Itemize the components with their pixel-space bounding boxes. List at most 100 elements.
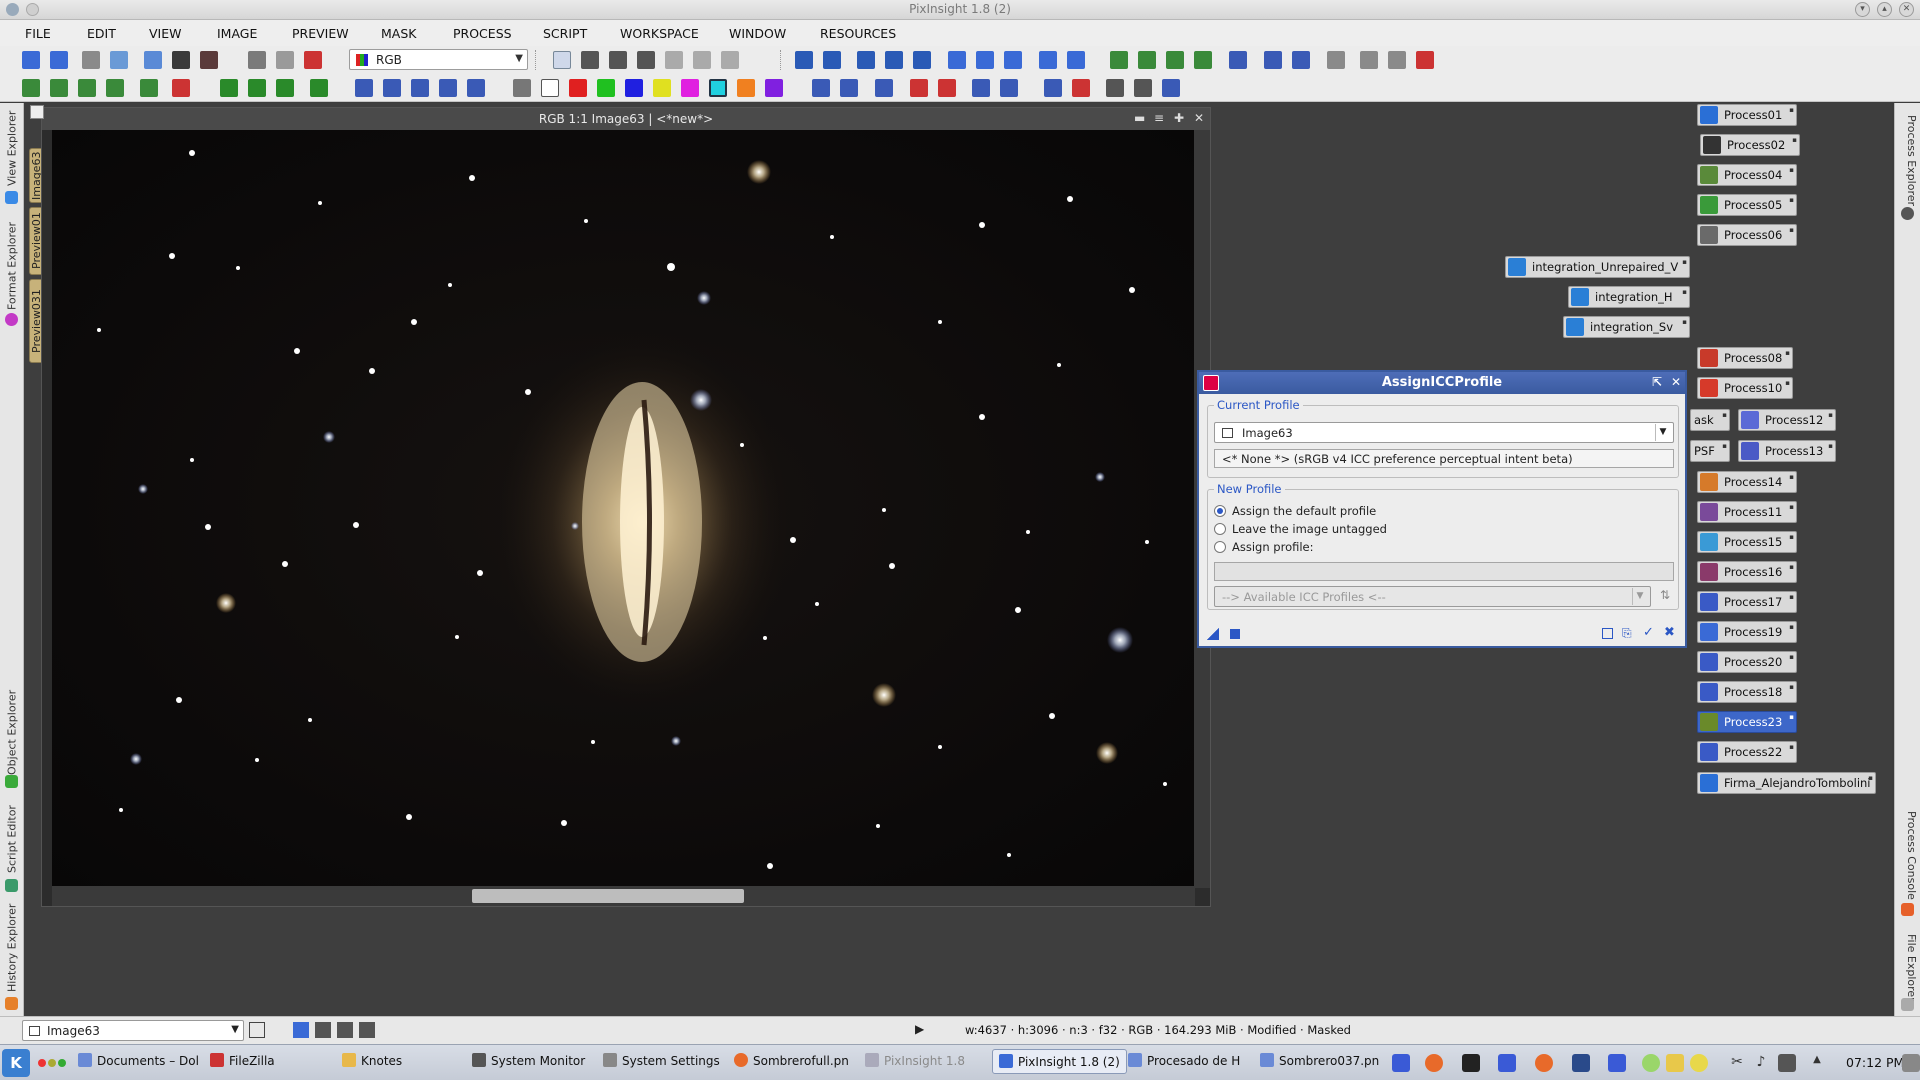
process-icon-process04[interactable]: Process04 ▪: [1697, 164, 1797, 186]
select-icon[interactable]: [665, 51, 683, 69]
swap-icon[interactable]: [200, 51, 218, 69]
task-sombrero037[interactable]: Sombrero037.pn: [1260, 1053, 1379, 1068]
channel-violet-icon[interactable]: [765, 79, 783, 97]
task-sombrerofull[interactable]: Sombrerofull.pn: [734, 1053, 849, 1068]
rotate-left-icon[interactable]: [355, 79, 373, 97]
close-icon[interactable]: ✕: [1671, 375, 1681, 389]
auto-stretch-icon[interactable]: [840, 79, 858, 97]
tools-icon[interactable]: ✂: [1728, 1054, 1746, 1072]
mask-invert-icon[interactable]: [276, 79, 294, 97]
terminal-icon[interactable]: [1462, 1054, 1480, 1072]
minimize-icon[interactable]: ▾: [1855, 2, 1870, 17]
menu-process[interactable]: PROCESS: [453, 26, 512, 41]
redo-icon[interactable]: [50, 51, 68, 69]
show-desktop-icon[interactable]: [1902, 1054, 1920, 1072]
process-icon-integration-unrepaired-v[interactable]: integration_Unrepaired_V ▪: [1505, 256, 1690, 278]
process-icon-firma-alejandrotombolini[interactable]: Firma_AlejandroTombolini ▪: [1697, 772, 1876, 794]
screen-transfer-icon[interactable]: [812, 79, 830, 97]
process-icon-process11[interactable]: Process11 ▪: [1697, 501, 1797, 523]
process-icon-e[interactable]: [1229, 51, 1247, 69]
clock[interactable]: 07:12 PM: [1846, 1055, 1904, 1070]
preview-delete-icon[interactable]: [78, 79, 96, 97]
tab-history-explorer[interactable]: History Explorer: [2, 903, 22, 993]
stf-link-icon[interactable]: [875, 79, 893, 97]
menu-script[interactable]: SCRIPT: [543, 26, 587, 41]
firefox-alt-icon[interactable]: [1535, 1054, 1553, 1072]
menu-edit[interactable]: EDIT: [87, 26, 116, 41]
assign-icc-profile-dialog[interactable]: AssignICCProfile ⇱ ✕ Current Profile Ima…: [1197, 370, 1687, 648]
task-system-settings[interactable]: System Settings: [603, 1053, 720, 1068]
mask-show-icon[interactable]: [248, 79, 266, 97]
kde-menu-icon[interactable]: K: [2, 1049, 30, 1077]
activity-dot-icon[interactable]: [38, 1059, 46, 1067]
task-system-monitor[interactable]: System Monitor: [472, 1053, 585, 1068]
tab-object-explorer[interactable]: Object Explorer: [2, 685, 22, 780]
process-icon-d[interactable]: [1194, 51, 1212, 69]
process-icon-process05[interactable]: Process05 ▪: [1697, 194, 1797, 216]
image-window-titlebar[interactable]: RGB 1:1 Image63 | <*new*> ▬ ≡ ✚ ✕: [30, 105, 1210, 130]
shade-icon[interactable]: ⇱: [1652, 375, 1662, 389]
process-icon-process23[interactable]: Process23 ▪: [1697, 711, 1797, 733]
channel-select[interactable]: RGB ▼: [349, 49, 528, 70]
process-icon-process16[interactable]: Process16 ▪: [1697, 561, 1797, 583]
menu-window[interactable]: WINDOW: [729, 26, 786, 41]
mask-view-alt-icon[interactable]: [1134, 79, 1152, 97]
tab-process-console[interactable]: Process Console: [1898, 803, 1918, 908]
apply-icon[interactable]: ✓: [1643, 625, 1654, 640]
process-icon-process06[interactable]: Process06 ▪: [1697, 224, 1797, 246]
app-launcher-icon[interactable]: [1392, 1054, 1410, 1072]
duplicate-icon[interactable]: [172, 51, 190, 69]
channel-cyan-icon[interactable]: [709, 79, 727, 97]
image-horizontal-scrollbar[interactable]: [52, 886, 1195, 906]
apply-global-icon[interactable]: [1230, 629, 1240, 639]
task-procesado[interactable]: Procesado de H: [1128, 1053, 1240, 1068]
mask-settings-icon[interactable]: [1162, 79, 1180, 97]
image-scroll-thumb[interactable]: [472, 889, 744, 903]
available-profiles-select[interactable]: --> Available ICC Profiles <-- ▼: [1214, 586, 1651, 607]
undo-icon[interactable]: [22, 51, 40, 69]
task-pixinsight[interactable]: PixInsight 1.8: [865, 1053, 965, 1068]
process-icon-h[interactable]: [1327, 51, 1345, 69]
mask-view-icon[interactable]: [1106, 79, 1124, 97]
menu-file[interactable]: FILE: [25, 26, 51, 41]
process-icon-f[interactable]: [1264, 51, 1282, 69]
readout-icon[interactable]: [972, 79, 990, 97]
channel-green-icon[interactable]: [597, 79, 615, 97]
channel-yellow-icon[interactable]: [653, 79, 671, 97]
zoom-in-icon[interactable]: [795, 51, 813, 69]
copy-icon[interactable]: [693, 51, 711, 69]
channel-rgb-icon[interactable]: [513, 79, 531, 97]
mask-enable-icon[interactable]: [220, 79, 238, 97]
process-icon-process17[interactable]: Process17 ▪: [1697, 591, 1797, 613]
pixinsight-launcher-icon[interactable]: [1498, 1054, 1516, 1072]
stf-reset-icon[interactable]: [910, 79, 928, 97]
rotate-right-icon[interactable]: [383, 79, 401, 97]
activity-dot-icon[interactable]: [48, 1059, 56, 1067]
menu-workspace[interactable]: WORKSPACE: [620, 26, 699, 41]
process-icon-process20[interactable]: Process20 ▪: [1697, 651, 1797, 673]
mask-remove-icon[interactable]: [310, 79, 328, 97]
tab-format-explorer[interactable]: Format Explorer: [2, 218, 22, 313]
flip-horizontal-icon[interactable]: [439, 79, 457, 97]
open-icon[interactable]: [82, 51, 100, 69]
image-window[interactable]: RGB 1:1 Image63 | <*new*> ▬ ≡ ✚ ✕: [30, 105, 1211, 907]
layout-close-icon[interactable]: [1072, 79, 1090, 97]
process-icon-process15[interactable]: Process15 ▪: [1697, 531, 1797, 553]
radio-selected-icon[interactable]: [1214, 505, 1226, 517]
process-icon-b[interactable]: [1138, 51, 1156, 69]
dialog-titlebar[interactable]: AssignICCProfile ⇱ ✕: [1199, 372, 1685, 394]
fit-height-icon[interactable]: [1004, 51, 1022, 69]
task-filezilla[interactable]: FileZilla: [210, 1053, 275, 1068]
tray-expand-icon[interactable]: ▲: [1808, 1054, 1826, 1072]
channel-orange-icon[interactable]: [737, 79, 755, 97]
task-documents[interactable]: Documents – Dol: [78, 1053, 199, 1068]
mask-icon[interactable]: [304, 51, 322, 69]
view-select[interactable]: Image63 ▼: [1214, 422, 1674, 443]
close-icon[interactable]: ✕: [1194, 111, 1204, 125]
fit-width-icon[interactable]: [976, 51, 994, 69]
cascade-icon[interactable]: [1067, 51, 1085, 69]
menu-view[interactable]: VIEW: [149, 26, 182, 41]
zoom-level-4-icon[interactable]: [359, 1022, 375, 1038]
channel-blue-icon[interactable]: [625, 79, 643, 97]
task-pixinsight-2[interactable]: PixInsight 1.8 (2): [992, 1049, 1127, 1074]
